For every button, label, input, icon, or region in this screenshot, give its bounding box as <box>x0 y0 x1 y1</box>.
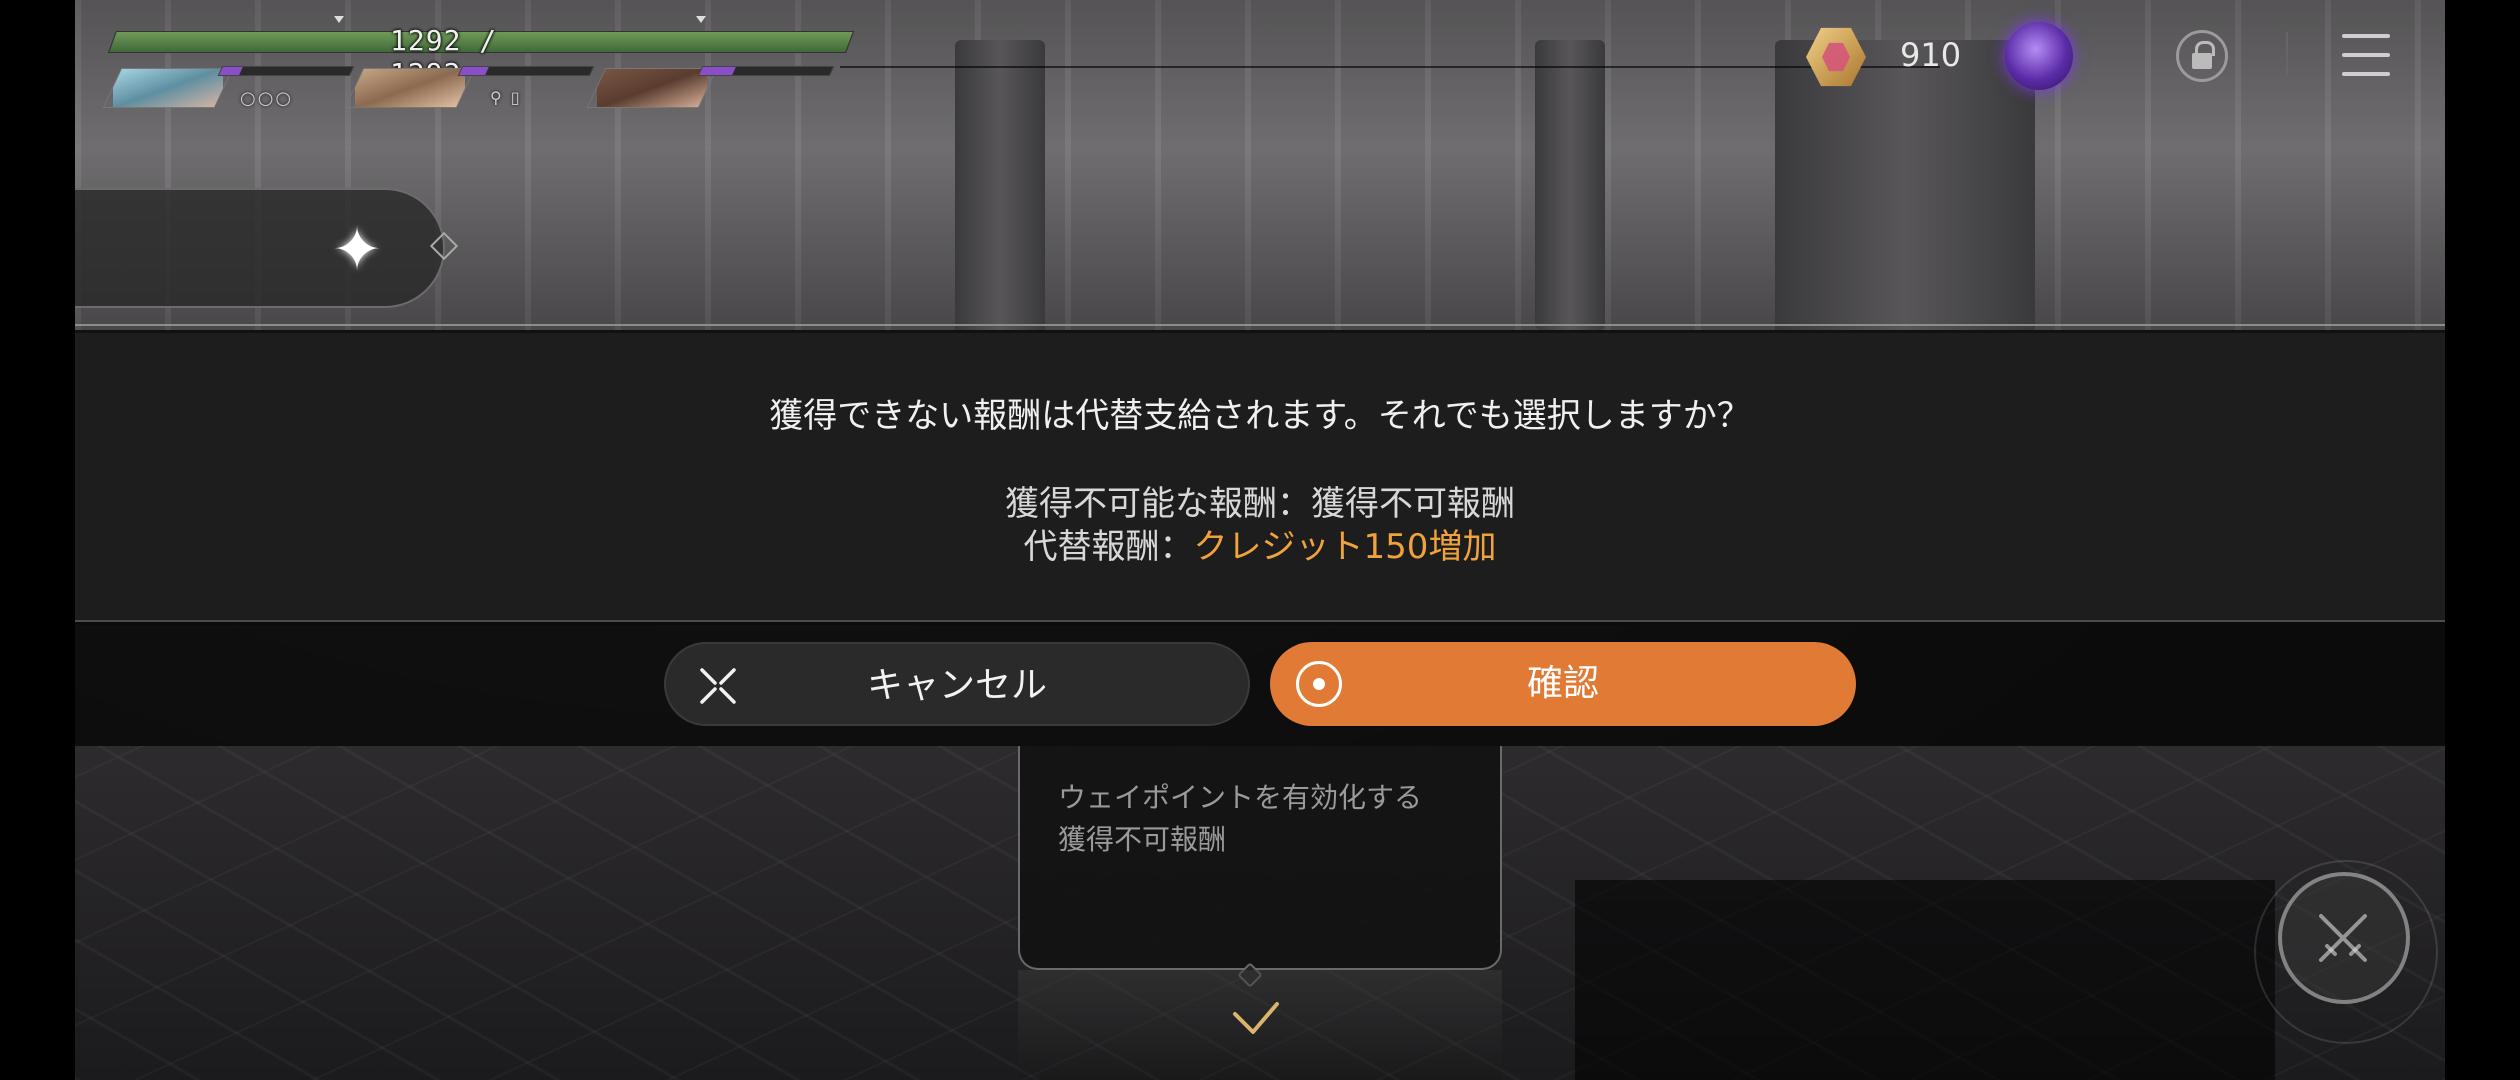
item-indicator-icon: ⚲ ▯ <box>490 88 522 107</box>
purple-orb-icon[interactable] <box>2005 22 2073 90</box>
mana-bar-fill <box>219 67 243 75</box>
mana-bar-fill <box>699 67 736 75</box>
cancel-button-label: キャンセル <box>866 665 1047 706</box>
menu-line <box>2342 34 2390 38</box>
hp-text: 1292 / 1292 <box>390 24 498 90</box>
substitute-reward-value: クレジット150増加 <box>1193 527 1497 567</box>
substitute-reward-line: 代替報酬：クレジット150増加 <box>75 519 2445 568</box>
dialog-button-bar <box>75 622 2445 746</box>
background-pillar <box>1535 40 1605 330</box>
checkmark-icon[interactable] <box>1231 1000 1281 1036</box>
portrait-face <box>113 69 223 107</box>
floor-shadow <box>1575 880 2275 1080</box>
mana-bar-3 <box>697 66 835 76</box>
mana-bar-fill <box>459 67 489 75</box>
lock-body <box>2192 53 2212 69</box>
unobtainable-reward-value: 獲得不可報酬 <box>1311 484 1515 524</box>
substitute-reward-label: 代替報酬： <box>1023 527 1194 567</box>
menu-line <box>2342 72 2390 76</box>
background-tank <box>1775 40 2035 340</box>
crossed-swords-icon <box>2319 914 2367 962</box>
tooltip-line-1: ウェイポイントを有効化する <box>1058 781 1423 814</box>
lock-icon[interactable] <box>2176 30 2228 82</box>
hud-divider-line <box>840 66 1940 68</box>
party-portrait-2[interactable] <box>344 68 476 108</box>
hamburger-menu-icon[interactable] <box>2342 34 2390 76</box>
mana-bar-2 <box>457 66 595 76</box>
menu-line <box>2342 53 2390 57</box>
background-pillar <box>955 40 1045 340</box>
mana-bar-1 <box>217 66 355 76</box>
hud-separator <box>2286 32 2288 76</box>
cancel-button[interactable]: キャンセル <box>664 642 1250 726</box>
sparkle-star-icon[interactable]: ✦ <box>322 215 392 285</box>
hp-marker-icon <box>334 16 344 23</box>
portrait-face <box>355 69 465 107</box>
confirm-button-label: 確認 <box>1526 663 1599 704</box>
tooltip-line-2: 獲得不可報酬 <box>1058 823 1227 856</box>
dialog-top-border <box>75 324 2445 326</box>
party-portrait-1[interactable] <box>102 68 234 108</box>
currency-value: 910 <box>1900 36 1962 74</box>
portrait-face <box>597 69 707 107</box>
charge-dots: ○○○ <box>240 88 294 109</box>
confirm-button[interactable]: 確認 <box>1270 642 1856 726</box>
hp-marker-icon <box>696 16 706 23</box>
waypoint-tooltip: ウェイポイントを有効化する 獲得不可報酬 <box>1018 746 1502 970</box>
dialog-question-text: 獲得できない報酬は代替支給されます。それでも選択しますか？ <box>769 396 1751 436</box>
unobtainable-reward-line: 獲得不可能な報酬：獲得不可報酬 <box>75 476 2445 525</box>
unobtainable-reward-label: 獲得不可能な報酬： <box>1005 484 1311 524</box>
